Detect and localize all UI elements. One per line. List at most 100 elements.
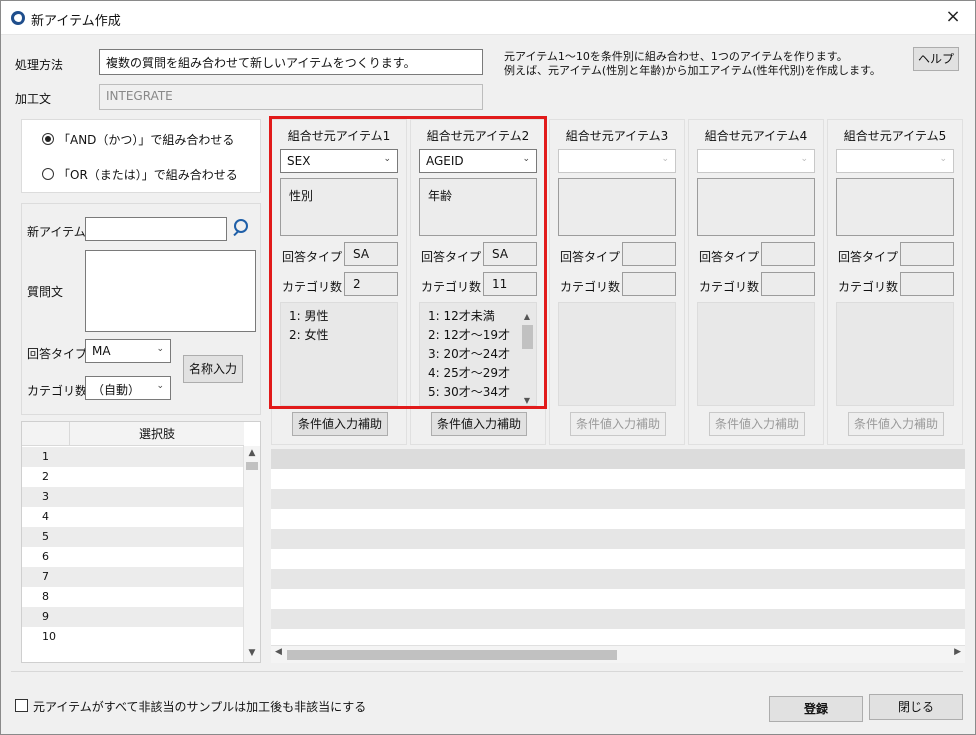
grid-header: 選択肢 — [22, 422, 244, 446]
or-radio[interactable] — [42, 168, 54, 180]
category-count-value — [900, 272, 954, 296]
result-grid[interactable] — [271, 449, 965, 645]
table-row[interactable]: 6 — [22, 547, 244, 567]
answer-type-value: SA — [483, 242, 537, 266]
source-item-select[interactable]: SEX ⌄ — [280, 149, 398, 173]
scroll-down-icon[interactable]: ▼ — [520, 391, 534, 410]
name-input-button[interactable]: 名称入力 — [183, 355, 243, 383]
chevron-down-icon: ⌄ — [522, 154, 530, 164]
scroll-right-icon[interactable]: ▶ — [954, 647, 961, 657]
and-radio-label[interactable]: 「AND（かつ）」で組み合わせる — [58, 131, 234, 148]
source-item-select[interactable]: ⌄ — [558, 149, 676, 173]
table-row[interactable]: 7 — [22, 567, 244, 587]
scroll-up-icon[interactable]: ▲ — [520, 307, 534, 326]
source-item-description — [558, 178, 676, 236]
choices-grid[interactable]: 選択肢 1 2 3 4 5 6 7 8 9 10 ▲ ▼ — [21, 421, 261, 663]
answer-type-value — [761, 242, 815, 266]
category-list[interactable] — [697, 302, 815, 406]
condition-assist-button[interactable]: 条件値入力補助 — [848, 412, 944, 436]
close-button[interactable]: 閉じる — [869, 694, 963, 720]
source-item-header: 組合せ元アイテム1 — [287, 129, 391, 143]
category-count-label: カテゴリ数 — [27, 384, 88, 398]
category-item: 4: 25才～29才 — [428, 366, 511, 380]
source-item-column-2: 組合せ元アイテム2 AGEID ⌄ 年齢 回答タイプ SA カテゴリ数 11 1: 12才未満 2… — [410, 119, 546, 445]
scroll-thumb[interactable] — [522, 325, 533, 349]
scroll-down-icon[interactable]: ▼ — [244, 648, 260, 658]
category-count-label: カテゴリ数 — [421, 280, 482, 294]
table-row[interactable]: 5 — [22, 527, 244, 547]
chevron-down-icon: ⌄ — [156, 381, 164, 391]
search-icon[interactable] — [229, 217, 255, 241]
condition-assist-button[interactable]: 条件値入力補助 — [292, 412, 388, 436]
source-item-description — [836, 178, 954, 236]
note-line-1: 元アイテム1～10を条件別に組み合わせ、1つのアイテムを作ります。 — [504, 50, 848, 63]
category-scrollbar[interactable]: ▲ ▼ — [520, 305, 534, 405]
category-item: 2: 12才～19才 — [428, 328, 511, 342]
source-item-select[interactable]: AGEID ⌄ — [419, 149, 537, 173]
source-item-description: 性別 — [280, 178, 398, 236]
table-row[interactable]: 9 — [22, 607, 244, 627]
source-item-header: 組合せ元アイテム2 — [426, 129, 530, 143]
category-list[interactable] — [558, 302, 676, 406]
answer-type-label: 回答タイプ — [699, 250, 760, 264]
condition-assist-button[interactable]: 条件値入力補助 — [431, 412, 527, 436]
method-field[interactable]: 複数の質問を組み合わせて新しいアイテムをつくります。 — [99, 49, 483, 75]
table-row[interactable]: 2 — [22, 467, 244, 487]
scroll-thumb[interactable] — [287, 650, 617, 660]
category-list[interactable]: 1: 12才未満 2: 12才～19才 3: 20才～24才 4: 25才～29才 5:… — [419, 302, 537, 406]
source-item-select[interactable]: ⌄ — [836, 149, 954, 173]
source-item-description: 年齢 — [419, 178, 537, 236]
table-row[interactable]: 8 — [22, 587, 244, 607]
category-count-label: カテゴリ数 — [838, 280, 899, 294]
expression-field: INTEGRATE — [99, 84, 483, 110]
category-count-value: （自動） — [92, 383, 141, 397]
new-item-name-input[interactable] — [85, 217, 227, 241]
category-item: 5: 30才～34才 — [428, 385, 511, 399]
category-item: 1: 男性 — [289, 309, 329, 323]
answer-type-value: SA — [344, 242, 398, 266]
window-title: 新アイテム作成 — [31, 14, 121, 29]
close-window-button[interactable]: × — [941, 5, 965, 29]
method-label: 処理方法 — [15, 58, 64, 72]
category-count-label: カテゴリ数 — [560, 280, 621, 294]
category-item: 3: 20才～24才 — [428, 347, 511, 361]
category-list[interactable]: 1: 男性 2: 女性 — [280, 302, 398, 406]
scroll-up-icon[interactable]: ▲ — [244, 448, 260, 458]
grid-vertical-scrollbar[interactable]: ▲ ▼ — [243, 446, 260, 662]
condition-assist-button[interactable]: 条件値入力補助 — [570, 412, 666, 436]
source-item-header: 組合せ元アイテム4 — [704, 129, 808, 143]
source-item-select[interactable]: ⌄ — [697, 149, 815, 173]
chevron-down-icon: ⌄ — [939, 154, 947, 164]
help-button[interactable]: ヘルプ — [913, 47, 959, 71]
scroll-thumb[interactable] — [246, 462, 258, 470]
keep-not-applicable-checkbox[interactable] — [15, 699, 28, 712]
source-item-column-3: 組合せ元アイテム3 ⌄ 回答タイプ カテゴリ数 条件値入力補助 — [549, 119, 685, 445]
category-count-value: 2 — [344, 272, 398, 296]
or-radio-label[interactable]: 「OR（または）」で組み合わせる — [58, 166, 238, 183]
question-label: 質問文 — [27, 285, 64, 299]
category-count-select[interactable]: （自動） ⌄ — [85, 376, 171, 400]
keep-not-applicable-label[interactable]: 元アイテムがすべて非該当のサンプルは加工後も非該当にする — [33, 698, 366, 715]
category-count-label: カテゴリ数 — [282, 280, 343, 294]
source-item-code: AGEID — [426, 154, 464, 168]
register-button[interactable]: 登録 — [769, 696, 863, 722]
source-item-column-1: 組合せ元アイテム1 SEX ⌄ 性別 回答タイプ SA カテゴリ数 2 1: 男性 2: 女性 条件… — [271, 119, 407, 445]
answer-type-label: 回答タイプ — [27, 347, 88, 361]
category-list[interactable] — [836, 302, 954, 406]
table-row[interactable]: 1 — [22, 447, 244, 467]
table-row[interactable]: 10 — [22, 627, 244, 647]
scroll-left-icon[interactable]: ◀ — [275, 647, 282, 657]
and-radio[interactable] — [42, 133, 54, 145]
answer-type-select[interactable]: MA ⌄ — [85, 339, 171, 363]
chevron-down-icon: ⌄ — [156, 344, 164, 354]
table-row[interactable]: 3 — [22, 487, 244, 507]
table-row[interactable]: 4 — [22, 507, 244, 527]
expression-label: 加工文 — [15, 92, 52, 106]
question-textarea[interactable] — [85, 250, 256, 332]
chevron-down-icon: ⌄ — [800, 154, 808, 164]
category-count-value: 11 — [483, 272, 537, 296]
choices-header: 選択肢 — [138, 427, 175, 441]
result-horizontal-scrollbar[interactable]: ◀ ▶ — [271, 645, 965, 663]
description-note: 元アイテム1～10を条件別に組み合わせ、1つのアイテムを作ります。 例えば、元ア… — [504, 50, 881, 78]
condition-assist-button[interactable]: 条件値入力補助 — [709, 412, 805, 436]
